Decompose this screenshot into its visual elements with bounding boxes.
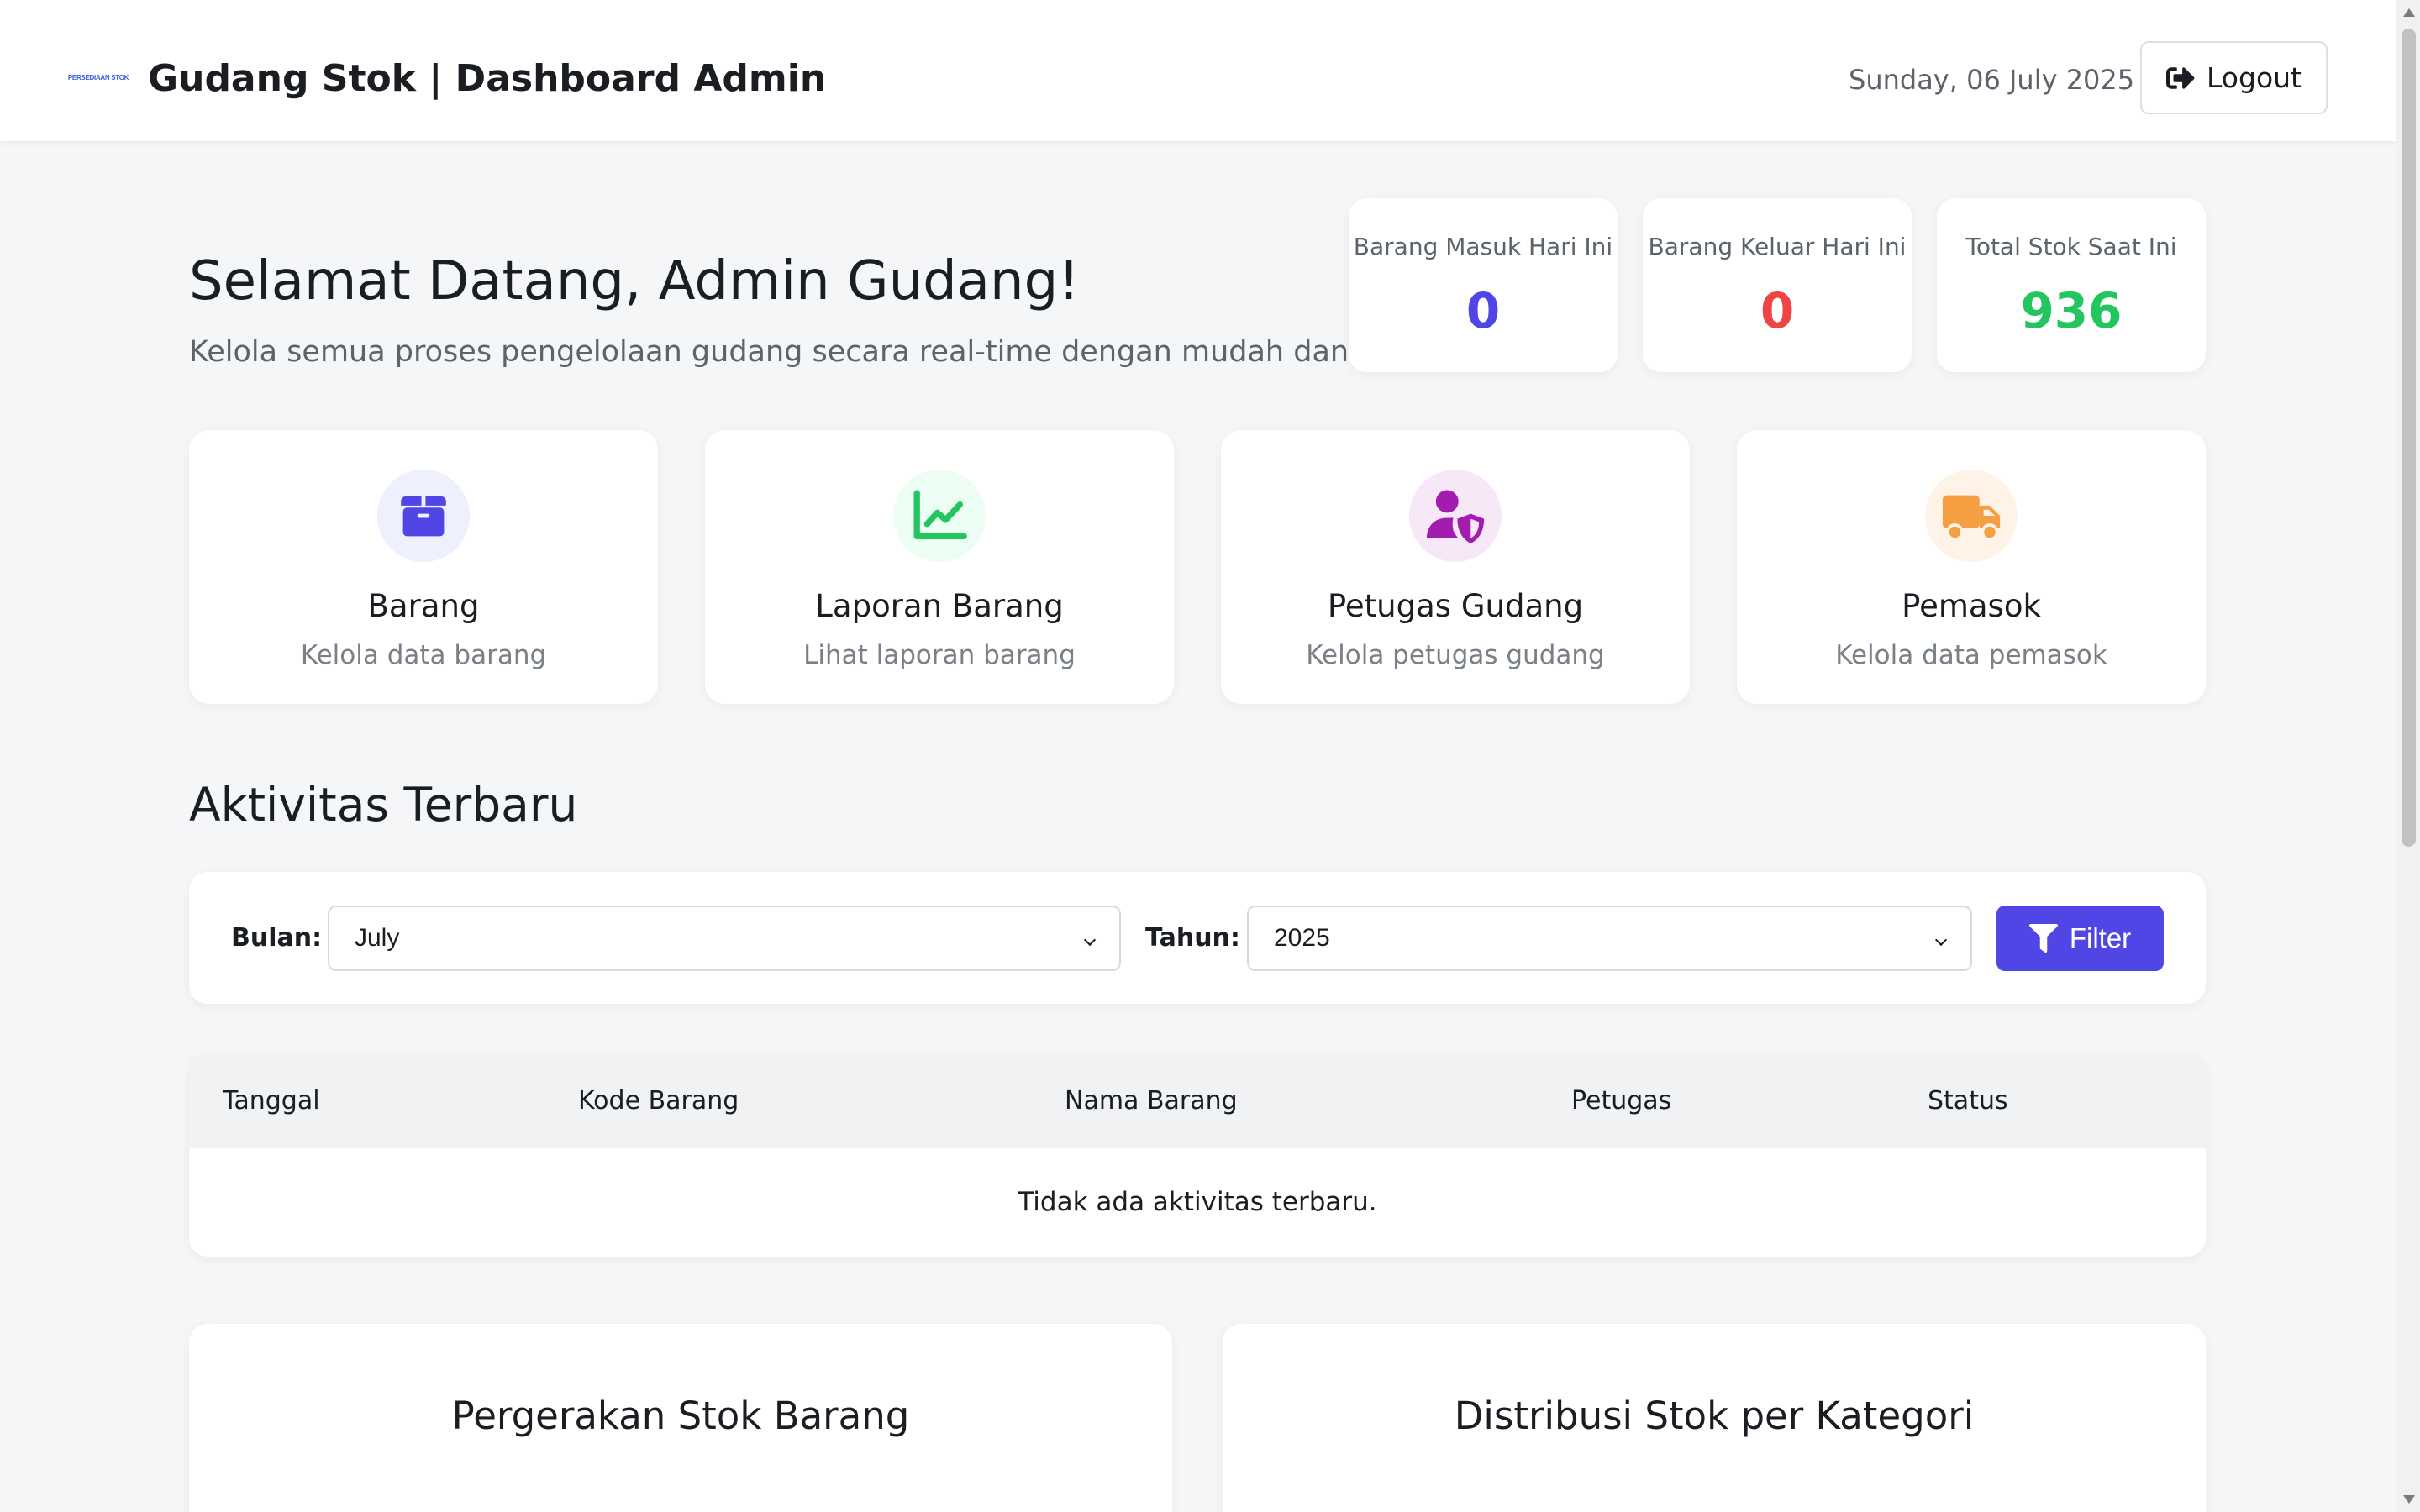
activity-filter-bar: Bulan: July Tahun: 2025 Filter (189, 872, 2206, 1004)
stat-label: Total Stok Saat Ini (1965, 233, 2177, 260)
month-select-value: July (355, 924, 400, 952)
user-shield-icon (1409, 470, 1502, 562)
logout-button[interactable]: Logout (2140, 41, 2328, 114)
sign-out-icon (2166, 66, 2195, 89)
scroll-up-arrow-icon[interactable] (2403, 8, 2415, 17)
year-label: Tahun: (1145, 923, 1240, 953)
chevron-down-icon (1083, 933, 1097, 947)
app-title: Gudang Stok | Dashboard Admin (148, 57, 827, 100)
column-header-petugas: Petugas (1571, 1086, 1672, 1116)
menu-title: Pemasok (1902, 588, 2041, 624)
stat-card-barang-keluar: Barang Keluar Hari Ini 0 (1643, 198, 1912, 372)
chart-title: Distribusi Stok per Kategori (1454, 1394, 1975, 1438)
column-header-status: Status (1928, 1086, 2008, 1116)
year-select-value: 2025 (1274, 924, 1330, 952)
menu-description: Kelola data pemasok (1835, 640, 2107, 670)
stat-card-total-stok: Total Stok Saat Ini 936 (1937, 198, 2206, 372)
stat-value: 936 (2020, 282, 2123, 339)
stat-label: Barang Masuk Hari Ini (1353, 233, 1613, 260)
logout-label: Logout (2207, 61, 2302, 94)
menu-title: Laporan Barang (815, 588, 1064, 624)
stock-distribution-chart-card: Distribusi Stok per Kategori (1223, 1324, 2206, 1512)
menu-description: Kelola petugas gudang (1306, 640, 1605, 670)
chevron-down-icon (1934, 933, 1948, 947)
column-header-nama-barang: Nama Barang (1065, 1086, 1238, 1116)
top-header: PERSEDIAAN STOK Gudang Stok | Dashboard … (0, 0, 2396, 142)
menu-card-petugas-gudang[interactable]: Petugas Gudang Kelola petugas gudang (1221, 430, 1690, 704)
menu-card-pemasok[interactable]: Pemasok Kelola data pemasok (1737, 430, 2206, 704)
month-label: Bulan: (231, 923, 323, 953)
filter-button-label: Filter (2069, 922, 2132, 953)
menu-card-laporan-barang[interactable]: Laporan Barang Lihat laporan barang (705, 430, 1174, 704)
table-header-row: Tanggal Kode Barang Nama Barang Petugas … (189, 1054, 2206, 1148)
stat-value: 0 (1465, 282, 1501, 339)
menu-card-barang[interactable]: Barang Kelola data barang (189, 430, 658, 704)
column-header-tanggal: Tanggal (223, 1086, 320, 1116)
menu-title: Petugas Gudang (1327, 588, 1584, 624)
filter-icon (2028, 924, 2058, 953)
chart-line-icon (893, 470, 986, 562)
activity-section-title: Aktivitas Terbaru (189, 778, 578, 832)
truck-icon (1925, 470, 2018, 562)
welcome-subtitle: Kelola semua proses pengelolaan gudang s… (189, 335, 1450, 369)
activity-table: Tanggal Kode Barang Nama Barang Petugas … (189, 1054, 2206, 1257)
column-header-kode-barang: Kode Barang (578, 1086, 739, 1116)
stat-label: Barang Keluar Hari Ini (1648, 233, 1907, 260)
scroll-down-arrow-icon[interactable] (2403, 1495, 2415, 1504)
stat-card-barang-masuk: Barang Masuk Hari Ini 0 (1349, 198, 1618, 372)
logo-text: PERSEDIAAN STOK (67, 74, 129, 81)
app-logo: PERSEDIAAN STOK (68, 74, 129, 81)
menu-description: Kelola data barang (300, 640, 547, 670)
year-select[interactable]: 2025 (1247, 906, 1972, 971)
box-icon (377, 470, 470, 562)
filter-button[interactable]: Filter (1996, 906, 2164, 971)
stat-value: 0 (1760, 282, 1795, 339)
menu-description: Lihat laporan barang (803, 640, 1076, 670)
current-date: Sunday, 06 July 2025 (1849, 64, 2135, 96)
chart-title: Pergerakan Stok Barang (451, 1394, 910, 1438)
page-scrollbar[interactable] (2396, 0, 2420, 1512)
menu-title: Barang (367, 588, 480, 624)
table-empty-message: Tidak ada aktivitas terbaru. (1018, 1187, 1377, 1217)
month-select[interactable]: July (328, 906, 1121, 971)
stock-movement-chart-card: Pergerakan Stok Barang (189, 1324, 1172, 1512)
welcome-title: Selamat Datang, Admin Gudang! (189, 250, 1080, 312)
scroll-thumb[interactable] (2402, 29, 2416, 847)
